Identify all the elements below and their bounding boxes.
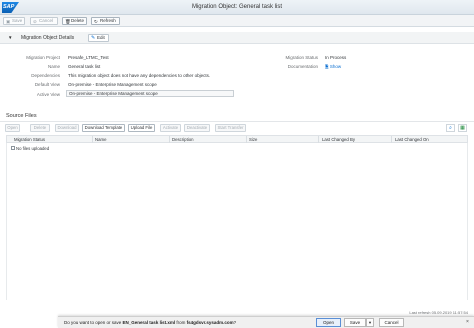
cancel-icon: ⊘ — [33, 19, 37, 24]
last-refresh-status: Last refresh 05.09.2019 11:57:54 — [409, 310, 468, 315]
column-header[interactable]: Size — [249, 137, 257, 142]
default-view-value: On-premise - Enterprise Management scope — [68, 82, 157, 87]
edit-label: Edit — [97, 35, 105, 40]
details-section-header[interactable]: ▼ Migration Object Details ✎ Edit — [0, 32, 474, 44]
download-open-button[interactable]: Open — [316, 318, 341, 327]
documentation-show: Show — [329, 64, 342, 69]
name-label: Name — [47, 64, 60, 69]
details-title: Migration Object Details — [21, 35, 75, 41]
chevron-down-icon: ▾ — [368, 320, 372, 325]
search-icon[interactable]: ⌕ — [446, 124, 455, 132]
active-view-label: Active View — [36, 92, 60, 97]
default-view-label: Default View — [34, 82, 60, 87]
column-divider — [318, 136, 319, 143]
column-divider — [246, 136, 247, 143]
chevron-down-icon[interactable]: ▼ — [8, 35, 12, 40]
delete-file-button[interactable]: Delete — [30, 124, 50, 132]
document-icon: 🗎 — [325, 64, 329, 69]
toolbar: ▣ Save ⊘ Cancel 🗑 Delete ↻ Refresh — [0, 15, 474, 27]
download-template-button[interactable]: Download Template — [82, 124, 125, 132]
empty-row-marker — [11, 146, 15, 150]
download-save-button[interactable]: Save — [344, 318, 366, 327]
close-icon[interactable]: × — [466, 319, 469, 325]
edit-button[interactable]: ✎ Edit — [88, 34, 109, 42]
source-files-header — [0, 112, 474, 122]
refresh-button[interactable]: ↻ Refresh — [91, 17, 120, 25]
download-file-name: EN_General task list.xml — [122, 320, 176, 325]
column-divider — [92, 136, 93, 143]
download-prompt-prefix: Do you want to open or save — [64, 320, 123, 325]
column-header[interactable]: Last Changed By — [322, 137, 355, 142]
pencil-icon: ✎ — [91, 35, 96, 41]
activate-button[interactable]: Activate — [160, 124, 181, 132]
documentation-label: Documentation — [287, 64, 318, 69]
download-prompt-suffix: ? — [233, 320, 237, 325]
download-host: fs4gdsvr.sysadm.com — [186, 320, 234, 325]
cancel-button[interactable]: ⊘ Cancel — [30, 17, 58, 25]
save-icon: ▣ — [6, 19, 11, 24]
page-title: Migration Object: General task list — [191, 4, 283, 10]
save-label: Save — [12, 18, 23, 23]
export-excel-icon[interactable]: ▦ — [458, 124, 467, 132]
migration-project-label: Migration Project — [26, 55, 60, 60]
documentation-link[interactable]: 🗎 Show — [325, 63, 341, 71]
dependencies-value: This migration object does not have any … — [68, 73, 211, 78]
start-transfer-button[interactable]: Start Transfer — [215, 124, 246, 132]
column-divider — [391, 136, 392, 143]
delete-label: Delete — [71, 18, 85, 23]
deactivate-button[interactable]: Deactivate — [184, 124, 210, 132]
table-body — [6, 143, 468, 300]
open-file-button[interactable]: Open — [5, 124, 20, 132]
column-divider — [169, 136, 170, 143]
migration-status-label: Migration Status — [285, 55, 318, 60]
upload-file-button[interactable]: Upload File — [128, 124, 155, 132]
column-header[interactable]: Name — [95, 137, 106, 142]
source-files-title: Source Files — [6, 113, 37, 119]
download-prompt-middle: from — [175, 320, 187, 325]
column-header[interactable]: Migration Status — [14, 137, 45, 142]
migration-status-value: In Process — [325, 55, 347, 60]
trash-icon: 🗑 — [65, 19, 71, 24]
download-prompt: Do you want to open or save EN_General t… — [64, 320, 236, 325]
column-header[interactable]: Description — [172, 137, 194, 142]
download-button[interactable]: Download — [55, 124, 79, 132]
refresh-icon: ↻ — [94, 19, 98, 24]
download-cancel-button[interactable]: Cancel — [379, 318, 404, 327]
dependencies-label: Dependencies — [31, 73, 60, 78]
shell-bar: SAP Migration Object: General task list — [0, 0, 474, 15]
save-button[interactable]: ▣ Save — [3, 17, 25, 25]
column-header[interactable]: Last Changed On — [395, 137, 429, 142]
save-options-dropdown[interactable]: ▾ — [366, 318, 374, 327]
refresh-label: Refresh — [100, 18, 116, 23]
empty-table-message: No files uploaded — [16, 146, 50, 151]
table-header: Migration Status Name Description Size L… — [6, 135, 468, 143]
migration-project-value: Presafe_LTMC_Test — [68, 55, 109, 60]
name-value: General task list — [68, 64, 101, 69]
cancel-label: Cancel — [39, 18, 54, 23]
active-view-select[interactable]: On-premise - Enterprise Management scope — [66, 90, 234, 97]
delete-button[interactable]: 🗑 Delete — [62, 17, 87, 25]
